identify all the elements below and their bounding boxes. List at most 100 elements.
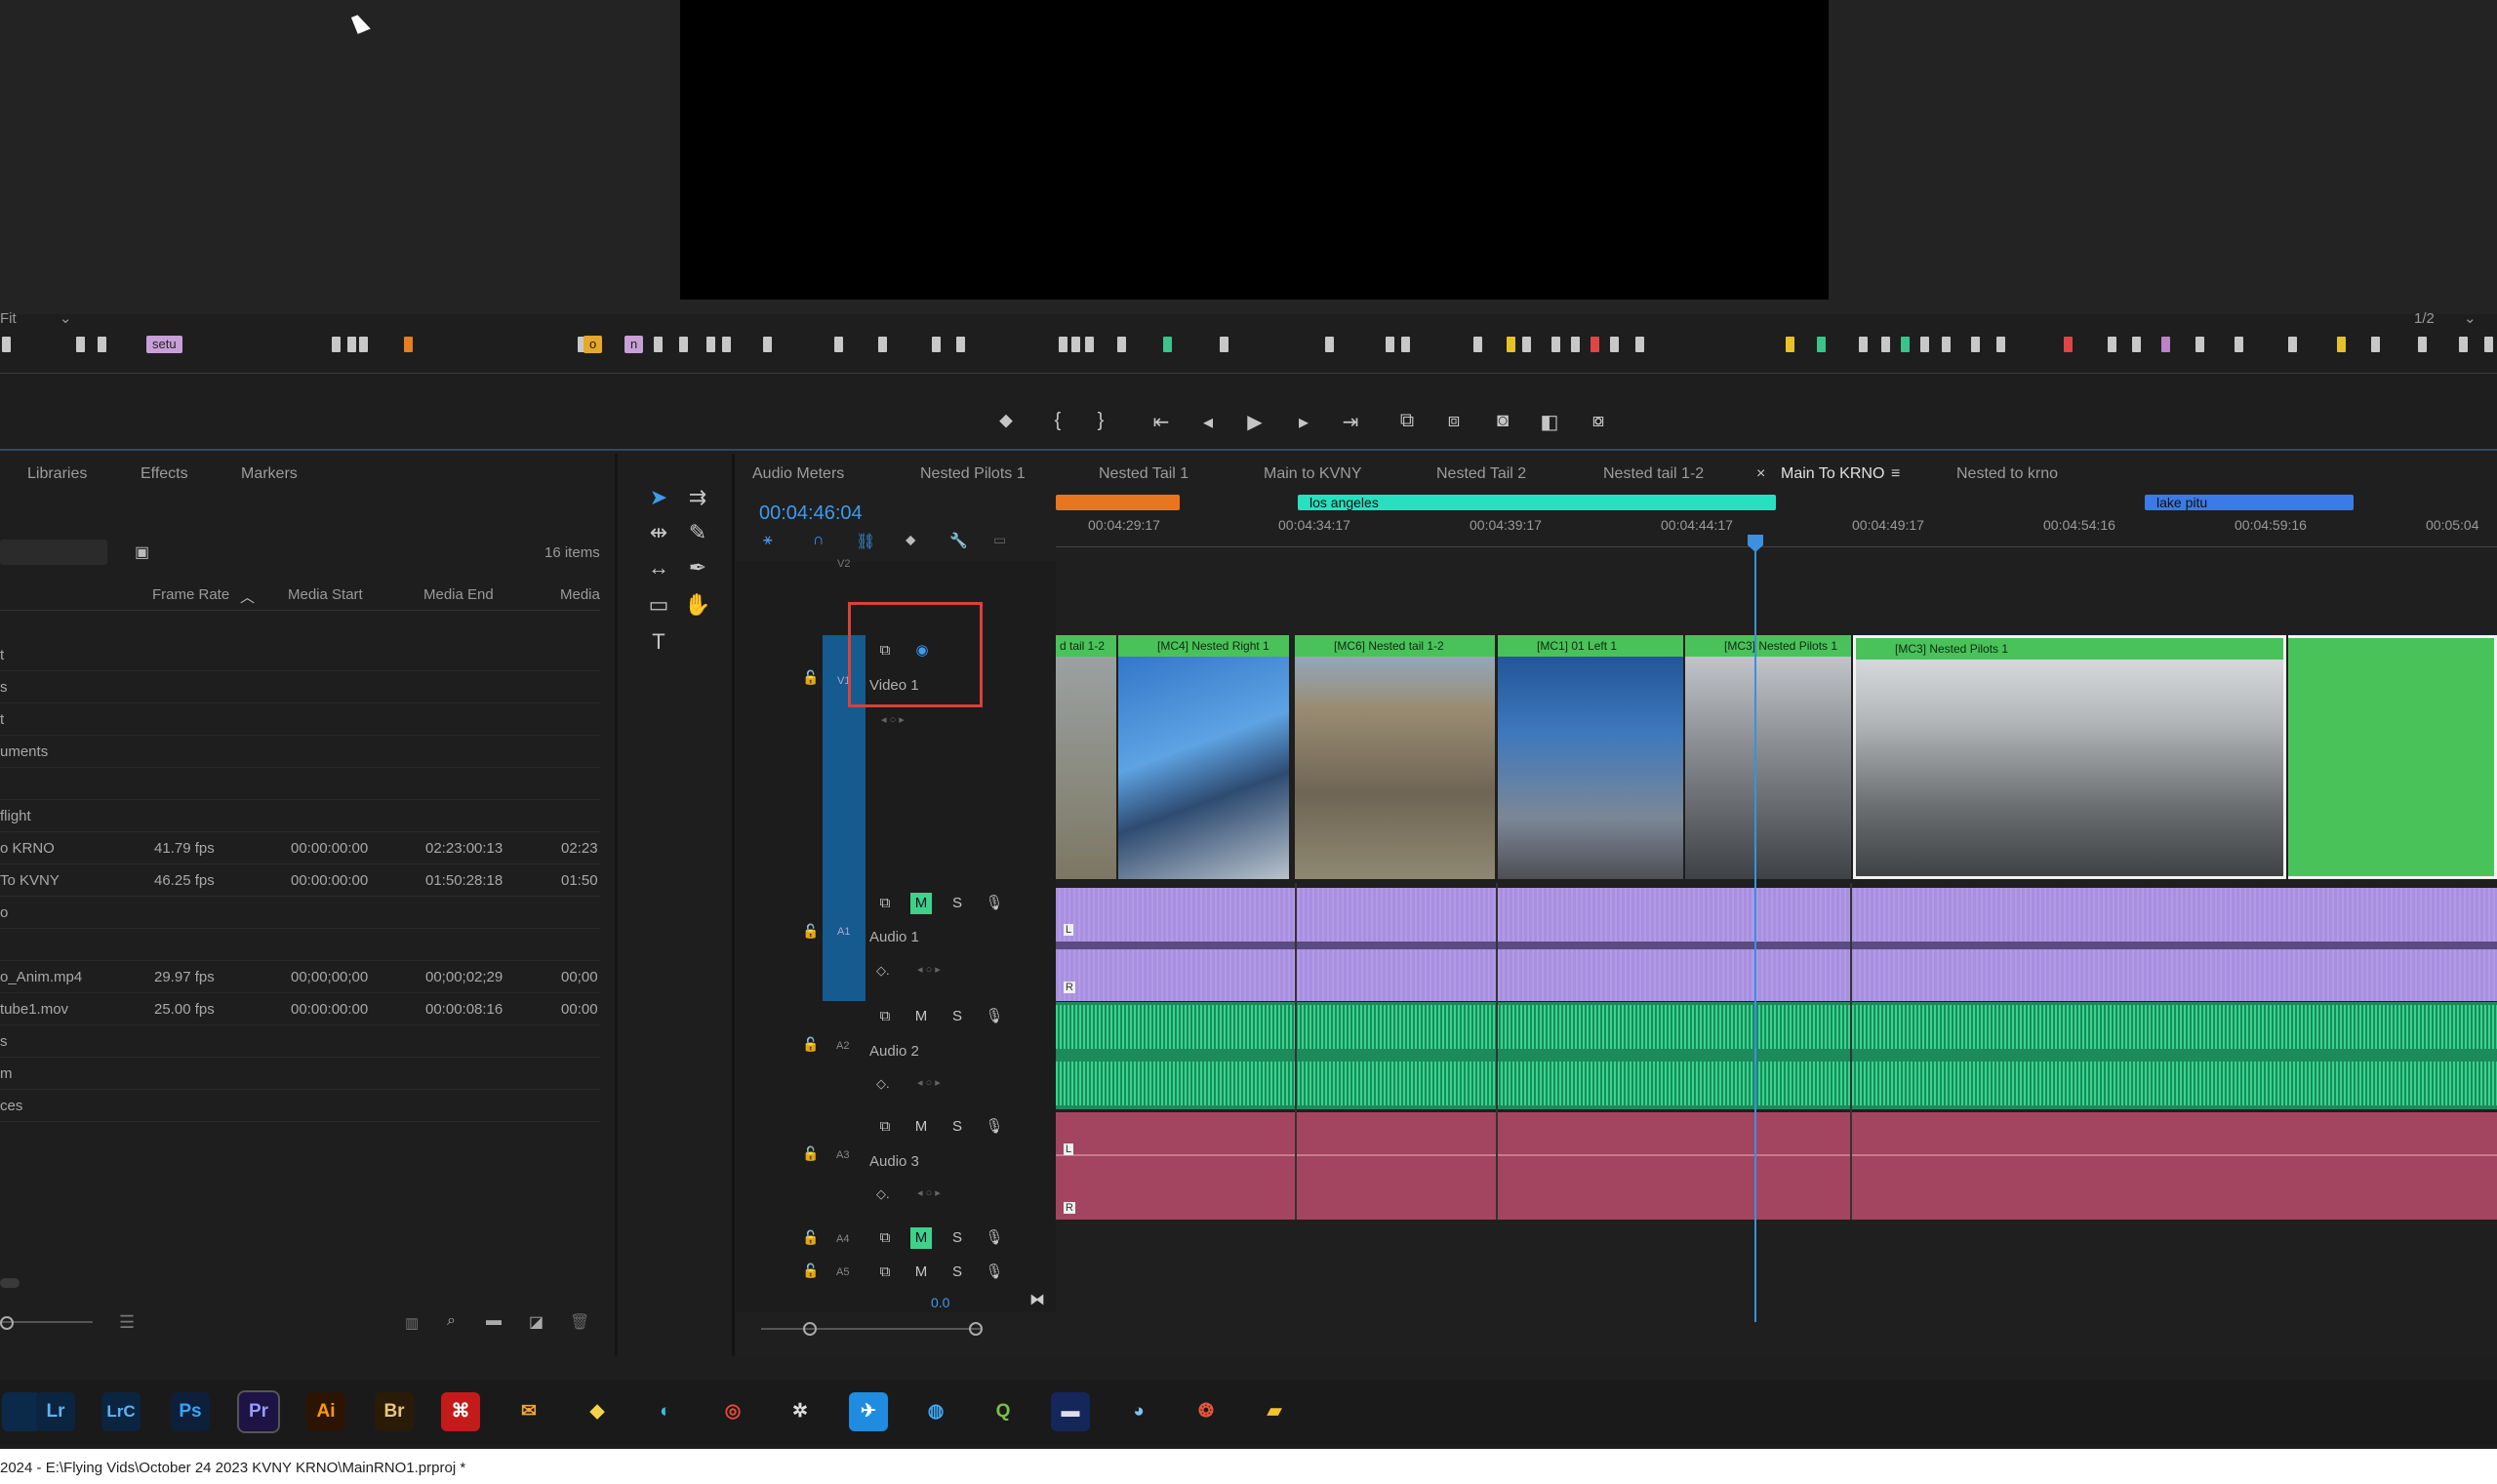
slip-icon[interactable]: ↔ [644,555,673,581]
marker[interactable] [2064,337,2073,352]
project-item-row[interactable]: uments [0,736,600,768]
microphone-icon[interactable]: 🎙 [984,1262,1005,1283]
camera-icon[interactable]: ◙ [1485,410,1520,432]
taskbar-lightroom[interactable]: Lr [36,1392,75,1431]
zoom-slider-handle[interactable] [0,1316,14,1330]
rectangle-icon[interactable]: ▭ [644,592,673,618]
marker[interactable] [1571,337,1580,352]
marker[interactable] [834,337,843,352]
mark-out-icon[interactable]: } [1083,410,1118,432]
marker[interactable] [2418,337,2427,352]
taskbar-photoshop[interactable]: Ps [171,1392,210,1431]
marker-tag[interactable]: o [584,336,603,353]
overwrite-icon[interactable]: ⧈ [1436,410,1471,432]
tab-nested-tail-1[interactable]: Nested Tail 1 [1099,465,1188,483]
spiral-app-icon[interactable]: ❂ [1187,1392,1226,1431]
trash-icon[interactable]: 🗑 [570,1312,589,1332]
sync-lock-icon[interactable]: ⧉ [874,1006,896,1027]
lock-icon[interactable]: 🔓 [802,1263,819,1279]
a1-track-target[interactable] [823,883,866,1000]
program-video-frame[interactable] [680,0,1829,300]
sort-ascending-icon[interactable]: ︿ [240,586,255,607]
marker[interactable] [98,337,106,352]
project-item-row[interactable]: flight [0,800,600,832]
tab-nested-tail-1-2[interactable]: Nested tail 1-2 [1603,465,1704,483]
marker[interactable] [1163,337,1172,352]
volume-keyframe-icon[interactable]: ◇. [876,963,890,979]
project-item-row[interactable]: t [0,639,600,671]
marker[interactable] [1859,337,1868,352]
marker[interactable] [654,337,663,352]
folder-icon[interactable]: ▰ [1255,1392,1294,1431]
sync-lock-icon[interactable]: ⧉ [874,893,896,914]
find-icon[interactable]: ⌕ [447,1312,456,1330]
video-clip[interactable]: d tail 1-2 [1056,635,1116,879]
plane-app-icon[interactable]: ✈ [849,1392,888,1431]
video-clip-green[interactable] [2288,635,2497,879]
timeline-zoom-bar[interactable] [761,1328,981,1330]
flight-app-icon[interactable]: ▬ [1051,1392,1090,1431]
keyframe-nav-icon[interactable]: ◂ ○ ▸ [917,1186,941,1199]
range-bar-los-angeles[interactable]: los angeles [1298,495,1776,510]
marker[interactable] [2195,337,2204,352]
marker[interactable] [347,337,356,352]
marker[interactable] [1522,337,1531,352]
marker[interactable] [763,337,772,352]
solo-button[interactable]: S [946,893,968,914]
tab-nested-to-krno[interactable]: Nested to krno [1956,465,2058,483]
type-tool-icon[interactable]: T [644,629,673,655]
project-item-row[interactable] [0,768,600,800]
selection-tool-icon[interactable]: ➤ [644,485,673,510]
marker[interactable] [722,337,731,352]
tab-effects[interactable]: Effects [141,465,188,483]
automate-icon[interactable]: ▥ [405,1314,419,1332]
track-name-audio-2[interactable]: Audio 2 [869,1043,919,1060]
marker[interactable] [878,337,887,352]
marker[interactable] [1635,337,1644,352]
wrench-icon[interactable]: 🔧 [949,532,968,549]
project-item-row[interactable]: ces [0,1090,600,1122]
razor-icon[interactable]: ✎ [683,520,712,545]
microphone-icon[interactable]: 🎙 [984,893,1005,914]
marker[interactable] [1920,337,1929,352]
marker[interactable] [1942,337,1951,352]
video-clip[interactable]: [MC6] Nested tail 1-2 [1295,635,1495,879]
project-item-row[interactable]: m [0,1058,600,1090]
close-icon[interactable]: × [1756,465,1765,483]
marker[interactable] [2484,337,2493,352]
marker-strip[interactable] [0,327,2497,366]
column-media-start[interactable]: Media Start [288,586,363,603]
ripple-edit-icon[interactable]: ⇹ [644,520,673,545]
column-media[interactable]: Media [560,586,600,603]
sync-lock-icon[interactable]: ⧉ [874,640,896,662]
hand-icon[interactable]: ✋ [683,592,712,618]
keyframe-nav-icon[interactable]: ◂ ○ ▸ [881,713,905,726]
track-select-icon[interactable]: ⇉ [683,485,712,510]
tab-nested-tail-2[interactable]: Nested Tail 2 [1436,465,1526,483]
search-input[interactable] [0,540,107,565]
video-clip[interactable]: [MC1] 01 Left 1 [1498,635,1683,879]
lock-icon[interactable]: 🔓 [802,669,819,686]
solo-button[interactable]: S [946,1227,968,1249]
audio-track-a3[interactable] [1056,1112,2497,1220]
add-marker-icon[interactable]: ⬥ [906,532,916,548]
pen-icon[interactable]: ✒ [683,555,712,581]
volume-keyframe-icon[interactable]: ◇. [876,1076,890,1092]
track-name-video-1[interactable]: Video 1 [869,677,919,694]
marker[interactable] [1996,337,2005,352]
slack-icon[interactable]: ✲ [781,1392,820,1431]
marker[interactable] [1817,337,1826,352]
lock-icon[interactable]: 🔓 [802,1036,819,1053]
new-bin-icon[interactable]: ▣ [135,542,149,562]
marker[interactable] [76,337,85,352]
project-item-row[interactable]: o [0,897,600,929]
step-forward-icon[interactable]: ▸ [1286,410,1321,434]
marker[interactable] [2459,337,2468,352]
marker[interactable] [1473,337,1482,352]
zoom-handle-left[interactable] [803,1322,817,1336]
keyframe-nav-icon[interactable]: ◂ ○ ▸ [917,1076,941,1089]
project-item-row[interactable]: tube1.mov 25.00 fps 00:00:00:00 00:00:08:16… [0,993,600,1025]
keyframe-nav-icon[interactable]: ◂ ○ ▸ [917,963,941,976]
tab-audio-meters[interactable]: Audio Meters [752,465,844,483]
captions-icon[interactable]: ▭ [993,532,1006,548]
